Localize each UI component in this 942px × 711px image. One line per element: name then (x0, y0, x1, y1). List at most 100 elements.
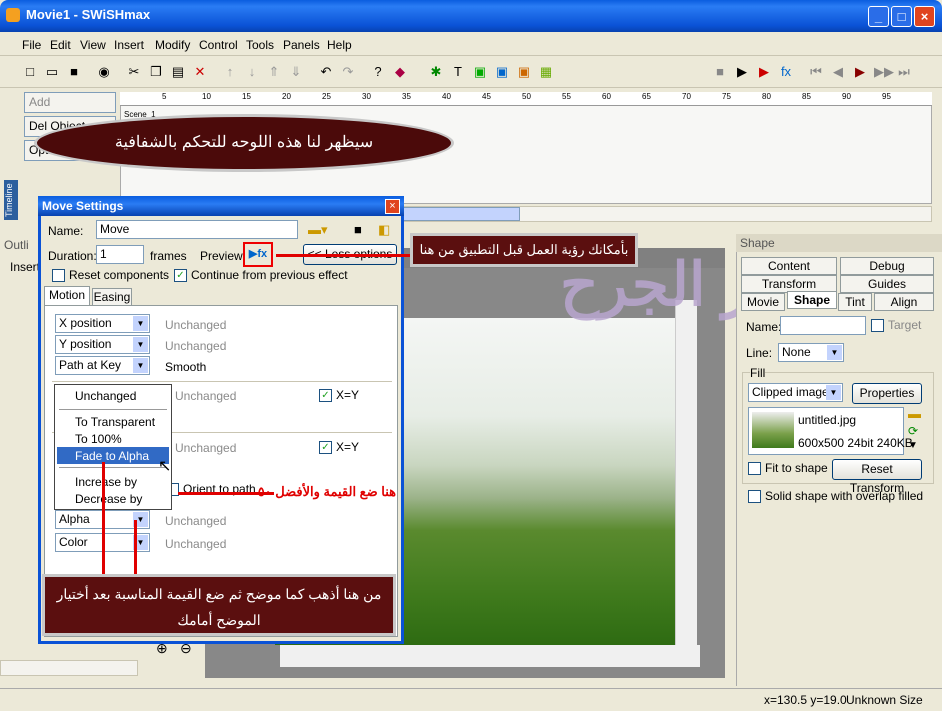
refresh-icon[interactable]: ⟳ (908, 424, 918, 438)
copy-icon[interactable]: ❐ (148, 64, 164, 80)
image-icon[interactable]: ▣ (472, 64, 488, 80)
move-down-icon[interactable]: ↓ (244, 64, 260, 80)
ruler-label: 45 (482, 92, 491, 101)
first-frame-icon[interactable]: ⏮ (808, 64, 824, 80)
menu-panels[interactable]: Panels (283, 38, 320, 52)
outline-insert[interactable]: Insert (10, 260, 40, 274)
option-decrease-by[interactable]: Decrease by (75, 492, 142, 506)
folder-icon[interactable]: ▬ (908, 406, 921, 421)
move-top-icon[interactable]: ⇑ (266, 64, 282, 80)
solid-shape-checkbox[interactable] (748, 490, 761, 503)
status-bar: x=130.5 y=19.0 Unknown Size (0, 688, 942, 711)
sprite-icon[interactable]: ▣ (494, 64, 510, 80)
chevron-down-icon[interactable]: ▼ (908, 440, 918, 451)
image-filename: untitled.jpg (798, 413, 857, 427)
text-icon[interactable]: T (450, 64, 466, 80)
preview-fx-icon[interactable]: ▶fx (243, 242, 273, 267)
path-select[interactable]: Path at Key ▼ (55, 356, 150, 375)
shape-name-input[interactable] (780, 316, 866, 335)
goto-frame-icon[interactable]: ▶ (852, 64, 868, 80)
dialog-close-icon[interactable]: × (385, 199, 400, 214)
xy-checkbox-2[interactable]: ✓ (319, 441, 332, 454)
outline-tab[interactable]: Outli (4, 238, 29, 252)
menu-help[interactable]: Help (327, 38, 352, 52)
tab-tint[interactable]: Tint (838, 293, 872, 311)
status-coords: x=130.5 y=19.0 (764, 693, 847, 707)
option-to-100[interactable]: To 100% (75, 432, 122, 446)
app-icon (6, 8, 20, 22)
delete-icon[interactable]: ✕ (192, 64, 208, 80)
open-icon[interactable]: ▭ (44, 64, 60, 80)
menu-tools[interactable]: Tools (246, 38, 274, 52)
new-icon[interactable]: □ (22, 64, 38, 80)
menu-insert[interactable]: Insert (114, 38, 144, 52)
browse-icon[interactable]: ◧ (378, 222, 390, 238)
dialog-title-bar: Move Settings × (38, 196, 404, 216)
line-select[interactable]: None ▼ (778, 343, 844, 362)
continue-checkbox[interactable]: ✓ (174, 269, 187, 282)
cut-icon[interactable]: ✂ (126, 64, 142, 80)
open-folder-icon[interactable]: ▬▾ (308, 222, 328, 238)
xy-checkbox[interactable]: ✓ (319, 389, 332, 402)
duration-input[interactable]: 1 (96, 245, 144, 264)
next-frame-icon[interactable]: ▶▶ (874, 64, 894, 80)
menu-file[interactable]: File (22, 38, 41, 52)
reset-components-checkbox[interactable] (52, 269, 65, 282)
tab-movie[interactable]: Movie (741, 293, 785, 311)
fill-type-value: Clipped image (752, 385, 829, 399)
play-icon[interactable]: ▶ (734, 64, 750, 80)
option-to-transparent[interactable]: To Transparent (75, 415, 155, 429)
save-icon[interactable]: ■ (354, 222, 362, 237)
menu-edit[interactable]: Edit (50, 38, 71, 52)
find-icon[interactable]: ◉ (96, 64, 112, 80)
button-icon[interactable]: ▣ (516, 64, 532, 80)
option-unchanged[interactable]: Unchanged (75, 389, 136, 403)
move-up-icon[interactable]: ↑ (222, 64, 238, 80)
x-position-value: X position (59, 316, 112, 330)
properties-button[interactable]: Properties (852, 383, 922, 404)
target-checkbox[interactable] (871, 319, 884, 332)
menu-control[interactable]: Control (199, 38, 238, 52)
last-frame-icon[interactable]: ⏭ (896, 64, 912, 80)
content-icon[interactable]: ▦ (538, 64, 554, 80)
fx-icon[interactable]: fx (778, 64, 794, 80)
play-effect-icon[interactable]: ▶ (756, 64, 772, 80)
tab-align[interactable]: Align (874, 293, 934, 311)
help-icon[interactable]: ? (370, 64, 386, 80)
maximize-button[interactable]: □ (891, 6, 912, 27)
close-button[interactable]: × (914, 6, 935, 27)
move-bottom-icon[interactable]: ⇓ (288, 64, 304, 80)
dialog-name-input[interactable]: Move (96, 220, 298, 239)
ruler-label: 50 (522, 92, 531, 101)
tab-motion[interactable]: Motion (44, 286, 90, 306)
menu-view[interactable]: View (80, 38, 106, 52)
tab-debug[interactable]: Debug (840, 257, 934, 275)
fill-type-select[interactable]: Clipped image ▼ (748, 383, 843, 402)
tab-easing[interactable]: Easing (92, 288, 132, 306)
option-increase-by[interactable]: Increase by (75, 475, 137, 489)
option-fade-to-alpha[interactable]: Fade to Alpha (75, 449, 149, 463)
save-icon[interactable]: ■ (66, 64, 82, 80)
outline-scrollbar[interactable] (0, 660, 138, 676)
prev-frame-icon[interactable]: ◀ (830, 64, 846, 80)
menu-modify[interactable]: Modify (155, 38, 190, 52)
tab-shape[interactable]: Shape (787, 291, 837, 309)
ruler-label: 70 (682, 92, 691, 101)
add-button[interactable]: Add (24, 92, 116, 113)
paste-icon[interactable]: ▤ (170, 64, 186, 80)
x-position-select[interactable]: X position ▼ (55, 314, 150, 333)
stop-icon[interactable]: ■ (712, 64, 728, 80)
book-icon[interactable]: ◆ (392, 64, 408, 80)
tab-content[interactable]: Content (741, 257, 837, 275)
reset-components-label: Reset components (69, 268, 170, 282)
redo-icon[interactable]: ↷ (340, 64, 356, 80)
window-title: Movie1 - SWiSHmax (26, 7, 151, 22)
y-position-select[interactable]: Y position ▼ (55, 335, 150, 354)
scene-icon[interactable]: ✱ (428, 64, 444, 80)
target-label: Target (888, 318, 922, 332)
minimize-button[interactable]: _ (868, 6, 889, 27)
fit-to-shape-checkbox[interactable] (748, 462, 761, 475)
tab-guides[interactable]: Guides (840, 275, 934, 293)
undo-icon[interactable]: ↶ (318, 64, 334, 80)
reset-transform-button[interactable]: Reset Transform (832, 459, 922, 495)
